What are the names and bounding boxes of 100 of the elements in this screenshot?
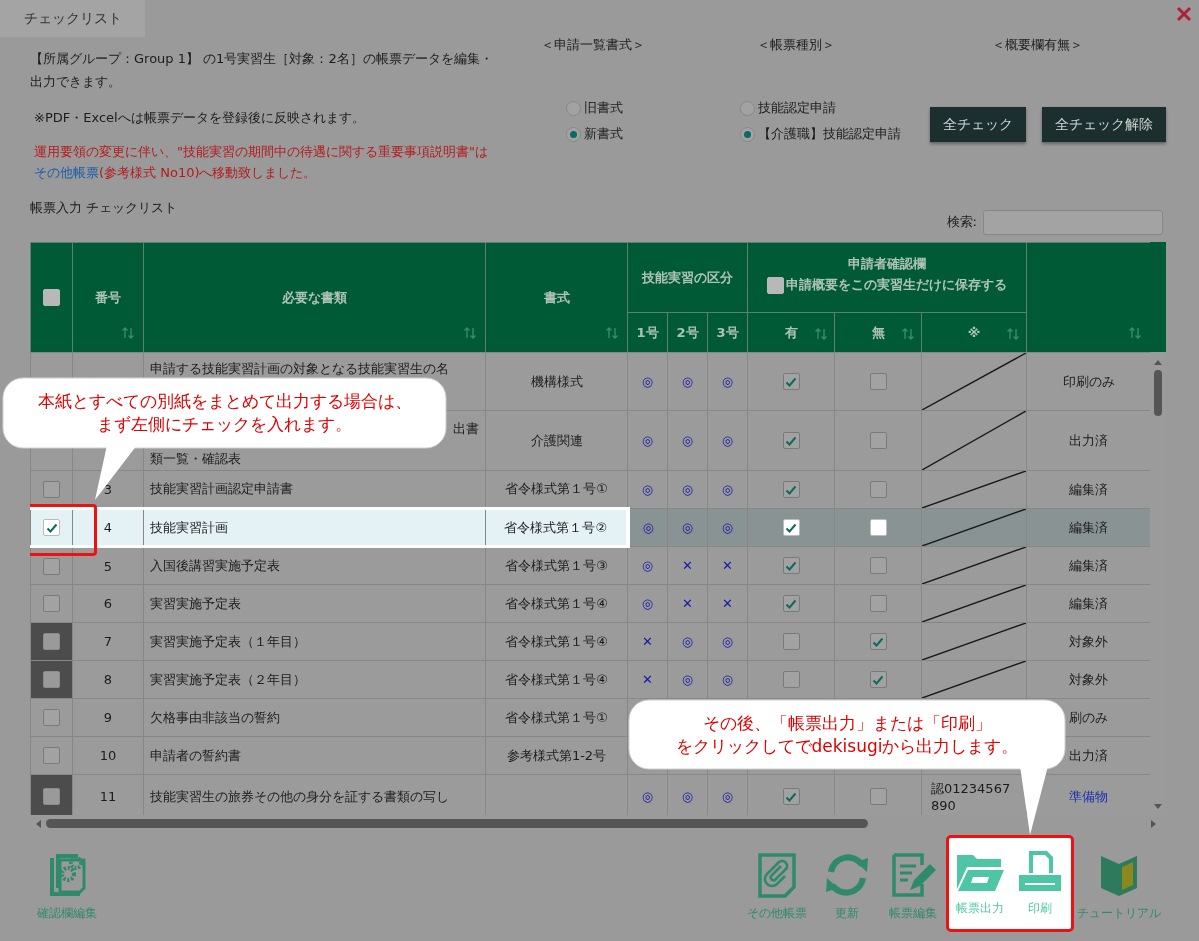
table-cell: 編集済 [1069,557,1108,573]
table-cell: ◎ [667,410,708,471]
checkbox[interactable] [782,519,800,536]
table-cell: 5 [72,546,144,585]
scroll-up-icon[interactable] [1153,358,1163,366]
checkbox[interactable] [869,557,887,574]
table-cell: 対象外 [1069,671,1108,687]
table-cell: ✕ [707,546,748,585]
checkbox[interactable] [869,373,887,390]
column-header[interactable]: 必要な書類 [282,289,347,305]
checkbox[interactable] [869,595,887,612]
table-cell: 省令様式第１号④ [485,622,628,661]
other-forms-link[interactable]: その他帳票 [34,165,99,180]
column-header[interactable]: 書式 [543,289,570,305]
table-cell: 省令様式第１号① [485,698,628,737]
checkbox[interactable] [869,519,887,536]
table-cell: 4 [72,508,144,547]
table-cell: 8 [72,660,144,699]
table-cell: ◎ [627,584,668,623]
radio-button[interactable] [566,126,581,142]
callout-text: その後、「帳票出力」または「印刷」 をクリックしてでdekisugiから出力します。 [675,711,1019,758]
checkbox[interactable] [782,373,800,390]
radio-option[interactable]: 新書式 [566,124,740,144]
sort-icon[interactable] [121,326,135,340]
dialog-title: チェックリスト [0,0,145,37]
checkbox[interactable] [869,432,887,449]
checkbox[interactable] [43,289,60,306]
checkbox[interactable] [869,481,887,498]
table-cell: 技能実習計画 [143,508,486,547]
table-cell: 出力済 [1069,432,1108,448]
sort-icon[interactable] [605,326,619,340]
scrollbar-thumb[interactable] [1154,370,1162,416]
column-header: 申請者確認欄 [847,255,928,273]
check-all-button[interactable]: 全チェック [930,107,1026,142]
search-label: 検索: [946,213,977,231]
table-cell: 出力済 [1069,747,1108,763]
column-header[interactable]: 有 [784,324,798,340]
note-text: ※PDF・Excelへは帳票データを登録後に反映されます。 [33,109,366,127]
checkbox[interactable] [43,709,60,726]
checkbox[interactable] [43,480,60,498]
table-cell: 実習実施予定表（１年目） [143,622,486,661]
scroll-right-icon[interactable] [1150,818,1158,829]
table-cell: ◎ [667,352,708,411]
check-all-button[interactable]: 全チェック解除 [1042,107,1166,142]
option-heading: ＜概要欄有無＞ [991,37,1084,53]
table-cell: 7 [72,622,144,661]
table-cell: ✕ [667,546,708,585]
sort-icon[interactable] [1006,327,1021,341]
table-cell: 入国後講習実施予定表 [143,546,486,585]
checkbox[interactable] [782,432,800,449]
scrollbar-thumb[interactable] [46,819,868,828]
close-icon[interactable] [1176,6,1192,22]
table-cell: ◎ [667,508,708,547]
scroll-left-icon[interactable] [34,818,42,829]
column-header: 技能実習の区分 [642,269,733,285]
checkbox-label[interactable]: 申請概要をこの実習生だけに保存する [786,276,1008,294]
sort-icon[interactable] [463,326,477,340]
table-cell: 9 [72,698,144,737]
table-cell: 印刷のみ [1062,373,1115,389]
option-heading: ＜申請一覧書式＞ [540,37,646,53]
sort-icon[interactable] [901,327,916,341]
radio-button[interactable] [740,126,755,142]
table-cell: ◎ [707,508,748,547]
checkbox[interactable] [43,595,60,612]
table-cell: 編集済 [1069,481,1108,497]
checkbox[interactable] [782,481,800,498]
sort-icon[interactable] [1128,326,1143,340]
scroll-down-icon[interactable] [1153,803,1163,811]
table-cell: 省令様式第１号③ [485,546,628,585]
sort-icon[interactable] [814,327,829,341]
radio-option[interactable]: 旧書式 [566,98,740,118]
table-cell: 申請者の誓約書 [143,736,486,775]
column-header[interactable]: ※ [967,325,981,340]
checkbox[interactable] [782,557,800,574]
table-cell: ◎ [667,660,708,699]
column-header[interactable]: 無 [871,324,885,340]
table-cell-text: 類一覧・確認表 [150,450,242,468]
radio-option[interactable]: 技能認定申請 [740,98,930,118]
checkbox[interactable] [43,747,60,764]
table-cell: 編集済 [1069,519,1108,535]
table-cell: 省令様式第１号② [485,508,628,547]
checkbox[interactable] [782,595,800,612]
table-cell: 省令様式第１号④ [485,660,628,699]
table-cell: 10 [72,736,144,775]
column-header[interactable]: 番号 [95,289,121,305]
table-cell: ◎ [707,470,748,509]
search-field[interactable] [983,209,1163,235]
table-cell: ✕ [707,584,748,623]
table-cell: ◎ [627,352,668,411]
radio-option[interactable]: 【介護職】技能認定申請 [740,124,930,144]
checkbox[interactable] [767,276,785,294]
notice-text: 運用要領の変更に伴い、"技能実習の期間中の待遇に関する重要事項説明書"は その他帳票(参考様式 No10)へ移動致しました。 [33,143,489,182]
table-cell: ◎ [707,622,748,661]
table-cell: ✕ [627,660,668,699]
checkbox[interactable] [43,557,60,575]
table-cell: 実習実施予定表 [143,584,486,623]
table-cell: 省令様式第１号④ [485,584,628,623]
checkbox[interactable] [43,519,60,536]
table-cell: 欠格事由非該当の誓約 [143,698,486,737]
table-cell: ◎ [707,410,748,471]
